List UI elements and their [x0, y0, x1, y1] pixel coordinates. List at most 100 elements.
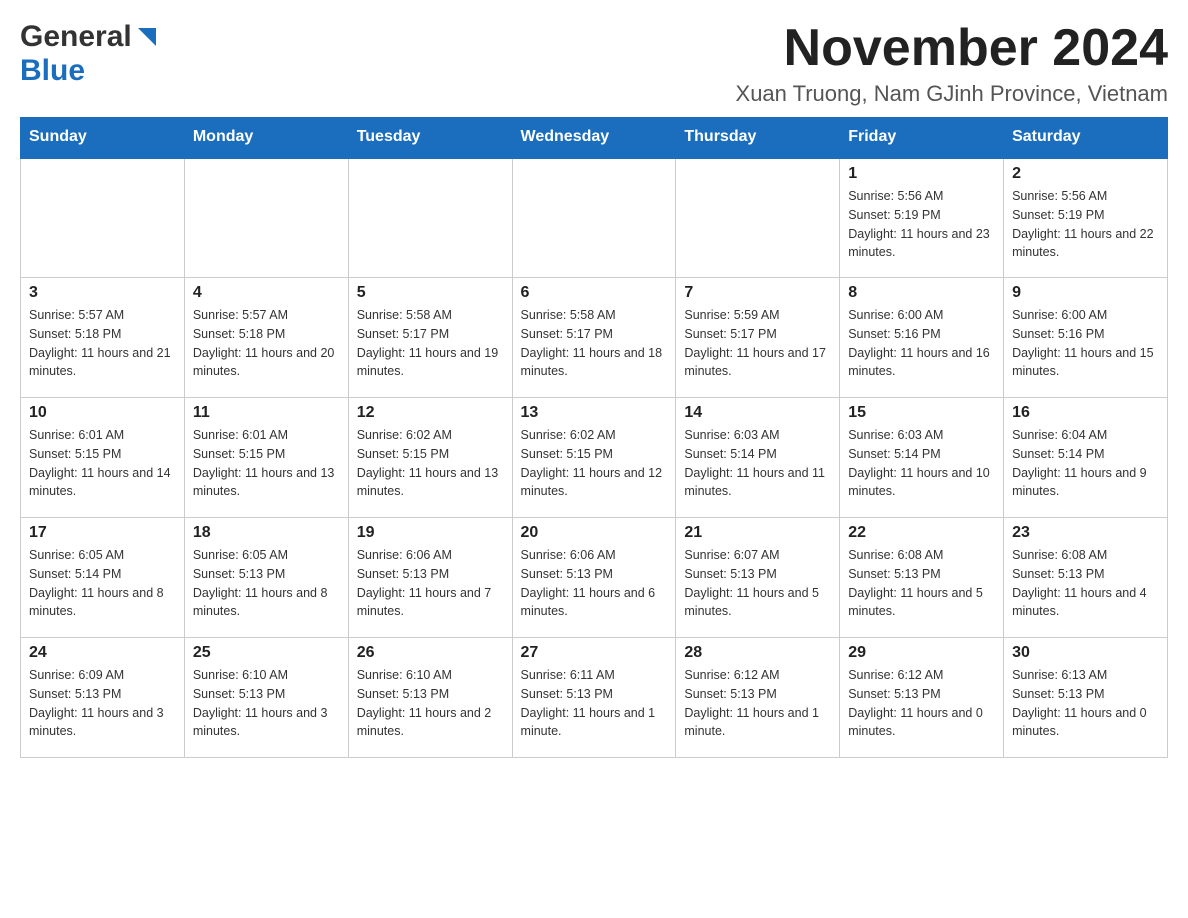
table-row: 22 Sunrise: 6:08 AMSunset: 5:13 PMDayligh… — [840, 518, 1004, 638]
day-number: 16 — [1012, 404, 1159, 422]
day-info: Sunrise: 6:02 AMSunset: 5:15 PMDaylight:… — [357, 426, 504, 501]
table-row: 25 Sunrise: 6:10 AMSunset: 5:13 PMDayligh… — [184, 638, 348, 758]
day-info: Sunrise: 5:58 AMSunset: 5:17 PMDaylight:… — [521, 306, 668, 381]
day-info: Sunrise: 6:03 AMSunset: 5:14 PMDaylight:… — [684, 426, 831, 501]
day-number: 19 — [357, 524, 504, 542]
day-number: 8 — [848, 284, 995, 302]
table-row: 1 Sunrise: 5:56 AMSunset: 5:19 PMDaylight… — [840, 158, 1004, 278]
day-info: Sunrise: 5:57 AMSunset: 5:18 PMDaylight:… — [29, 306, 176, 381]
day-info: Sunrise: 6:04 AMSunset: 5:14 PMDaylight:… — [1012, 426, 1159, 501]
table-row — [184, 158, 348, 278]
day-info: Sunrise: 6:10 AMSunset: 5:13 PMDaylight:… — [193, 666, 340, 741]
day-info: Sunrise: 6:02 AMSunset: 5:15 PMDaylight:… — [521, 426, 668, 501]
day-info: Sunrise: 5:57 AMSunset: 5:18 PMDaylight:… — [193, 306, 340, 381]
day-number: 22 — [848, 524, 995, 542]
day-info: Sunrise: 6:01 AMSunset: 5:15 PMDaylight:… — [193, 426, 340, 501]
header-saturday: Saturday — [1004, 118, 1168, 158]
day-info: Sunrise: 5:56 AMSunset: 5:19 PMDaylight:… — [848, 187, 995, 262]
table-row — [348, 158, 512, 278]
day-info: Sunrise: 6:03 AMSunset: 5:14 PMDaylight:… — [848, 426, 995, 501]
month-title: November 2024 — [736, 20, 1168, 77]
table-row: 16 Sunrise: 6:04 AMSunset: 5:14 PMDayligh… — [1004, 398, 1168, 518]
calendar-week-row: 1 Sunrise: 5:56 AMSunset: 5:19 PMDaylight… — [21, 158, 1168, 278]
day-number: 23 — [1012, 524, 1159, 542]
day-info: Sunrise: 6:05 AMSunset: 5:13 PMDaylight:… — [193, 546, 340, 621]
table-row: 30 Sunrise: 6:13 AMSunset: 5:13 PMDayligh… — [1004, 638, 1168, 758]
table-row: 24 Sunrise: 6:09 AMSunset: 5:13 PMDayligh… — [21, 638, 185, 758]
table-row — [512, 158, 676, 278]
table-row: 28 Sunrise: 6:12 AMSunset: 5:13 PMDayligh… — [676, 638, 840, 758]
day-info: Sunrise: 5:59 AMSunset: 5:17 PMDaylight:… — [684, 306, 831, 381]
table-row: 20Sunrise: 6:06 AMSunset: 5:13 PMDayligh… — [512, 518, 676, 638]
calendar-week-row: 17 Sunrise: 6:05 AMSunset: 5:14 PMDayligh… — [21, 518, 1168, 638]
day-info: Sunrise: 6:09 AMSunset: 5:13 PMDaylight:… — [29, 666, 176, 741]
table-row: 18 Sunrise: 6:05 AMSunset: 5:13 PMDayligh… — [184, 518, 348, 638]
day-number: 18 — [193, 524, 340, 542]
table-row: 26Sunrise: 6:10 AMSunset: 5:13 PMDayligh… — [348, 638, 512, 758]
day-info: Sunrise: 6:13 AMSunset: 5:13 PMDaylight:… — [1012, 666, 1159, 741]
day-number: 30 — [1012, 644, 1159, 662]
day-number: 21 — [684, 524, 831, 542]
table-row: 11Sunrise: 6:01 AMSunset: 5:15 PMDayligh… — [184, 398, 348, 518]
table-row: 4Sunrise: 5:57 AMSunset: 5:18 PMDaylight… — [184, 278, 348, 398]
day-number: 17 — [29, 524, 176, 542]
day-number: 27 — [521, 644, 668, 662]
day-info: Sunrise: 6:12 AMSunset: 5:13 PMDaylight:… — [684, 666, 831, 741]
day-number: 2 — [1012, 165, 1159, 183]
day-info: Sunrise: 6:11 AMSunset: 5:13 PMDaylight:… — [521, 666, 668, 741]
day-number: 3 — [29, 284, 176, 302]
table-row: 5 Sunrise: 5:58 AMSunset: 5:17 PMDaylight… — [348, 278, 512, 398]
header-friday: Friday — [840, 118, 1004, 158]
day-number: 5 — [357, 284, 504, 302]
day-number: 25 — [193, 644, 340, 662]
page-header: General Blue November 2024 Xuan Truong, … — [20, 20, 1168, 107]
calendar-table: Sunday Monday Tuesday Wednesday Thursday… — [20, 117, 1168, 758]
day-number: 1 — [848, 165, 995, 183]
day-number: 24 — [29, 644, 176, 662]
day-info: Sunrise: 6:05 AMSunset: 5:14 PMDaylight:… — [29, 546, 176, 621]
day-info: Sunrise: 6:00 AMSunset: 5:16 PMDaylight:… — [1012, 306, 1159, 381]
day-number: 7 — [684, 284, 831, 302]
calendar-body: 1 Sunrise: 5:56 AMSunset: 5:19 PMDaylight… — [21, 158, 1168, 758]
weekday-header-row: Sunday Monday Tuesday Wednesday Thursday… — [21, 118, 1168, 158]
calendar-header: Sunday Monday Tuesday Wednesday Thursday… — [21, 118, 1168, 158]
day-info: Sunrise: 6:06 AMSunset: 5:13 PMDaylight:… — [357, 546, 504, 621]
table-row: 8 Sunrise: 6:00 AMSunset: 5:16 PMDaylight… — [840, 278, 1004, 398]
day-info: Sunrise: 6:10 AMSunset: 5:13 PMDaylight:… — [357, 666, 504, 741]
logo-blue: Blue — [20, 54, 85, 87]
day-number: 9 — [1012, 284, 1159, 302]
logo-arrow-icon — [136, 26, 158, 53]
table-row: 15 Sunrise: 6:03 AMSunset: 5:14 PMDayligh… — [840, 398, 1004, 518]
day-number: 14 — [684, 404, 831, 422]
day-number: 12 — [357, 404, 504, 422]
day-number: 15 — [848, 404, 995, 422]
calendar-week-row: 24 Sunrise: 6:09 AMSunset: 5:13 PMDayligh… — [21, 638, 1168, 758]
table-row: 19 Sunrise: 6:06 AMSunset: 5:13 PMDayligh… — [348, 518, 512, 638]
header-tuesday: Tuesday — [348, 118, 512, 158]
day-info: Sunrise: 6:00 AMSunset: 5:16 PMDaylight:… — [848, 306, 995, 381]
day-number: 29 — [848, 644, 995, 662]
logo: General Blue — [20, 20, 158, 88]
table-row: 7 Sunrise: 5:59 AMSunset: 5:17 PMDaylight… — [676, 278, 840, 398]
table-row: 3 Sunrise: 5:57 AMSunset: 5:18 PMDaylight… — [21, 278, 185, 398]
day-info: Sunrise: 5:56 AMSunset: 5:19 PMDaylight:… — [1012, 187, 1159, 262]
day-number: 13 — [521, 404, 668, 422]
day-info: Sunrise: 6:07 AMSunset: 5:13 PMDaylight:… — [684, 546, 831, 621]
day-number: 6 — [521, 284, 668, 302]
table-row — [676, 158, 840, 278]
header-sunday: Sunday — [21, 118, 185, 158]
day-info: Sunrise: 5:58 AMSunset: 5:17 PMDaylight:… — [357, 306, 504, 381]
table-row: 21 Sunrise: 6:07 AMSunset: 5:13 PMDayligh… — [676, 518, 840, 638]
table-row: 9 Sunrise: 6:00 AMSunset: 5:16 PMDaylight… — [1004, 278, 1168, 398]
table-row: 17 Sunrise: 6:05 AMSunset: 5:14 PMDayligh… — [21, 518, 185, 638]
day-number: 28 — [684, 644, 831, 662]
header-wednesday: Wednesday — [512, 118, 676, 158]
logo-general: General — [20, 20, 132, 54]
table-row: 10Sunrise: 6:01 AMSunset: 5:15 PMDayligh… — [21, 398, 185, 518]
day-info: Sunrise: 6:06 AMSunset: 5:13 PMDaylight:… — [521, 546, 668, 621]
table-row — [21, 158, 185, 278]
calendar-week-row: 3 Sunrise: 5:57 AMSunset: 5:18 PMDaylight… — [21, 278, 1168, 398]
day-info: Sunrise: 6:01 AMSunset: 5:15 PMDaylight:… — [29, 426, 176, 501]
location-subtitle: Xuan Truong, Nam GJinh Province, Vietnam — [736, 81, 1168, 107]
day-info: Sunrise: 6:08 AMSunset: 5:13 PMDaylight:… — [848, 546, 995, 621]
